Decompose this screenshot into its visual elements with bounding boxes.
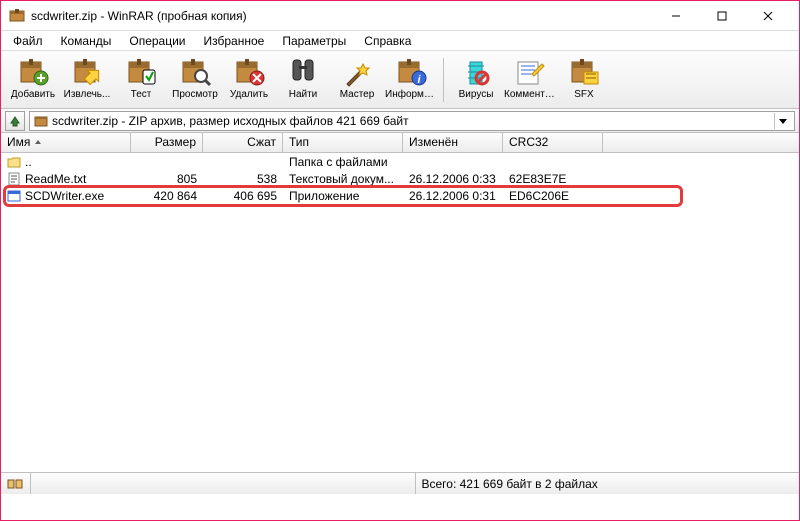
tool-label: Удалить	[230, 89, 268, 100]
filename-text: ..	[25, 155, 32, 169]
menu-bar: ФайлКомандыОперацииИзбранноеПараметрыСпр…	[1, 31, 799, 51]
column-headers: Имя Размер Сжат Тип Изменён CRC32	[1, 133, 799, 153]
table-row[interactable]: ReadMe.txt 805538Текстовый докум...26.12.…	[1, 170, 799, 187]
tool-label: SFX	[574, 89, 593, 100]
tool-label: Добавить	[11, 89, 55, 100]
archive-icon	[34, 114, 48, 128]
test-icon	[125, 56, 157, 88]
delete-icon	[233, 56, 265, 88]
archive-path[interactable]: scdwriter.zip - ZIP архив, размер исходн…	[29, 111, 795, 131]
toolbar-separator	[443, 58, 444, 102]
window-controls	[653, 1, 791, 31]
cell-modified: 26.12.2006 0:33	[403, 172, 503, 186]
find-icon	[287, 56, 319, 88]
tool-label: Найти	[289, 89, 318, 100]
tool-wizard[interactable]: Мастер	[331, 54, 383, 106]
view-icon	[179, 56, 211, 88]
header-modified[interactable]: Изменён	[403, 133, 503, 152]
minimize-button[interactable]	[653, 1, 699, 31]
wizard-icon	[341, 56, 373, 88]
status-bar: Всего: 421 669 байт в 2 файлах	[1, 472, 799, 494]
file-list[interactable]: .. Папка с файлами ReadMe.txt 805538Текстов…	[1, 153, 799, 472]
sfx-icon	[568, 56, 600, 88]
archive-path-text: scdwriter.zip - ZIP архив, размер исходн…	[52, 114, 770, 128]
cell-crc: 62E83E7E	[503, 172, 603, 186]
menu-item-3[interactable]: Избранное	[196, 32, 273, 50]
filename-text: SCDWriter.exe	[25, 189, 104, 203]
cell-type: Текстовый докум...	[283, 172, 403, 186]
maximize-button[interactable]	[699, 1, 745, 31]
folder-up-icon	[7, 155, 21, 169]
menu-item-2[interactable]: Операции	[121, 32, 193, 50]
add-icon	[17, 56, 49, 88]
header-size[interactable]: Размер	[131, 133, 203, 152]
cell-modified: 26.12.2006 0:31	[403, 189, 503, 203]
cell-size: 420 864	[131, 189, 203, 203]
tool-label: Тест	[131, 89, 152, 100]
tool-test[interactable]: Тест	[115, 54, 167, 106]
table-row[interactable]: SCDWriter.exe 420 864406 695Приложение26.…	[1, 187, 799, 204]
header-name[interactable]: Имя	[1, 133, 131, 152]
cell-name: ..	[1, 155, 131, 169]
info-icon: i	[395, 56, 427, 88]
exe-icon	[7, 189, 21, 203]
status-icon-section	[1, 473, 31, 494]
menu-item-4[interactable]: Параметры	[274, 32, 354, 50]
tool-find[interactable]: Найти	[277, 54, 329, 106]
tool-sfx[interactable]: SFX	[558, 54, 610, 106]
cell-size: 805	[131, 172, 203, 186]
cell-packed: 538	[203, 172, 283, 186]
cell-name: SCDWriter.exe	[1, 189, 131, 203]
menu-item-1[interactable]: Команды	[53, 32, 120, 50]
cell-name: ReadMe.txt	[1, 172, 131, 186]
tool-comment[interactable]: Комментарий	[504, 54, 556, 106]
header-packed[interactable]: Сжат	[203, 133, 283, 152]
path-bar: scdwriter.zip - ZIP архив, размер исходн…	[1, 109, 799, 133]
filename-text: ReadMe.txt	[25, 172, 86, 186]
tool-label: Извлечь...	[64, 89, 111, 100]
close-button[interactable]	[745, 1, 791, 31]
path-dropdown-icon[interactable]	[774, 113, 790, 129]
virus-icon	[460, 56, 492, 88]
up-button[interactable]	[5, 111, 25, 131]
tool-delete[interactable]: Удалить	[223, 54, 275, 106]
status-right: Всего: 421 669 байт в 2 файлах	[416, 473, 800, 494]
tool-extract[interactable]: Извлечь...	[61, 54, 113, 106]
tool-virus[interactable]: Вирусы	[450, 54, 502, 106]
cell-type: Папка с файлами	[283, 155, 403, 169]
cell-type: Приложение	[283, 189, 403, 203]
window-title: scdwriter.zip - WinRAR (пробная копия)	[31, 9, 653, 23]
tool-add[interactable]: Добавить	[7, 54, 59, 106]
tool-label: Информация	[385, 89, 437, 100]
tool-info[interactable]: iИнформация	[385, 54, 437, 106]
menu-item-5[interactable]: Справка	[356, 32, 419, 50]
status-left	[31, 473, 416, 494]
tool-label: Просмотр	[172, 89, 218, 100]
extract-icon	[71, 56, 103, 88]
tool-label: Комментарий	[504, 89, 556, 100]
comment-icon	[514, 56, 546, 88]
tool-label: Мастер	[340, 89, 375, 100]
title-bar: scdwriter.zip - WinRAR (пробная копия)	[1, 1, 799, 31]
toolbar: Добавить Извлечь... Тест Просмотр Удалить Най…	[1, 51, 799, 109]
tool-view[interactable]: Просмотр	[169, 54, 221, 106]
cell-packed: 406 695	[203, 189, 283, 203]
txt-icon	[7, 172, 21, 186]
tool-label: Вирусы	[459, 89, 494, 100]
app-icon	[9, 8, 25, 24]
table-row[interactable]: .. Папка с файлами	[1, 153, 799, 170]
header-crc[interactable]: CRC32	[503, 133, 603, 152]
header-type[interactable]: Тип	[283, 133, 403, 152]
cell-crc: ED6C206E	[503, 189, 603, 203]
menu-item-0[interactable]: Файл	[5, 32, 51, 50]
